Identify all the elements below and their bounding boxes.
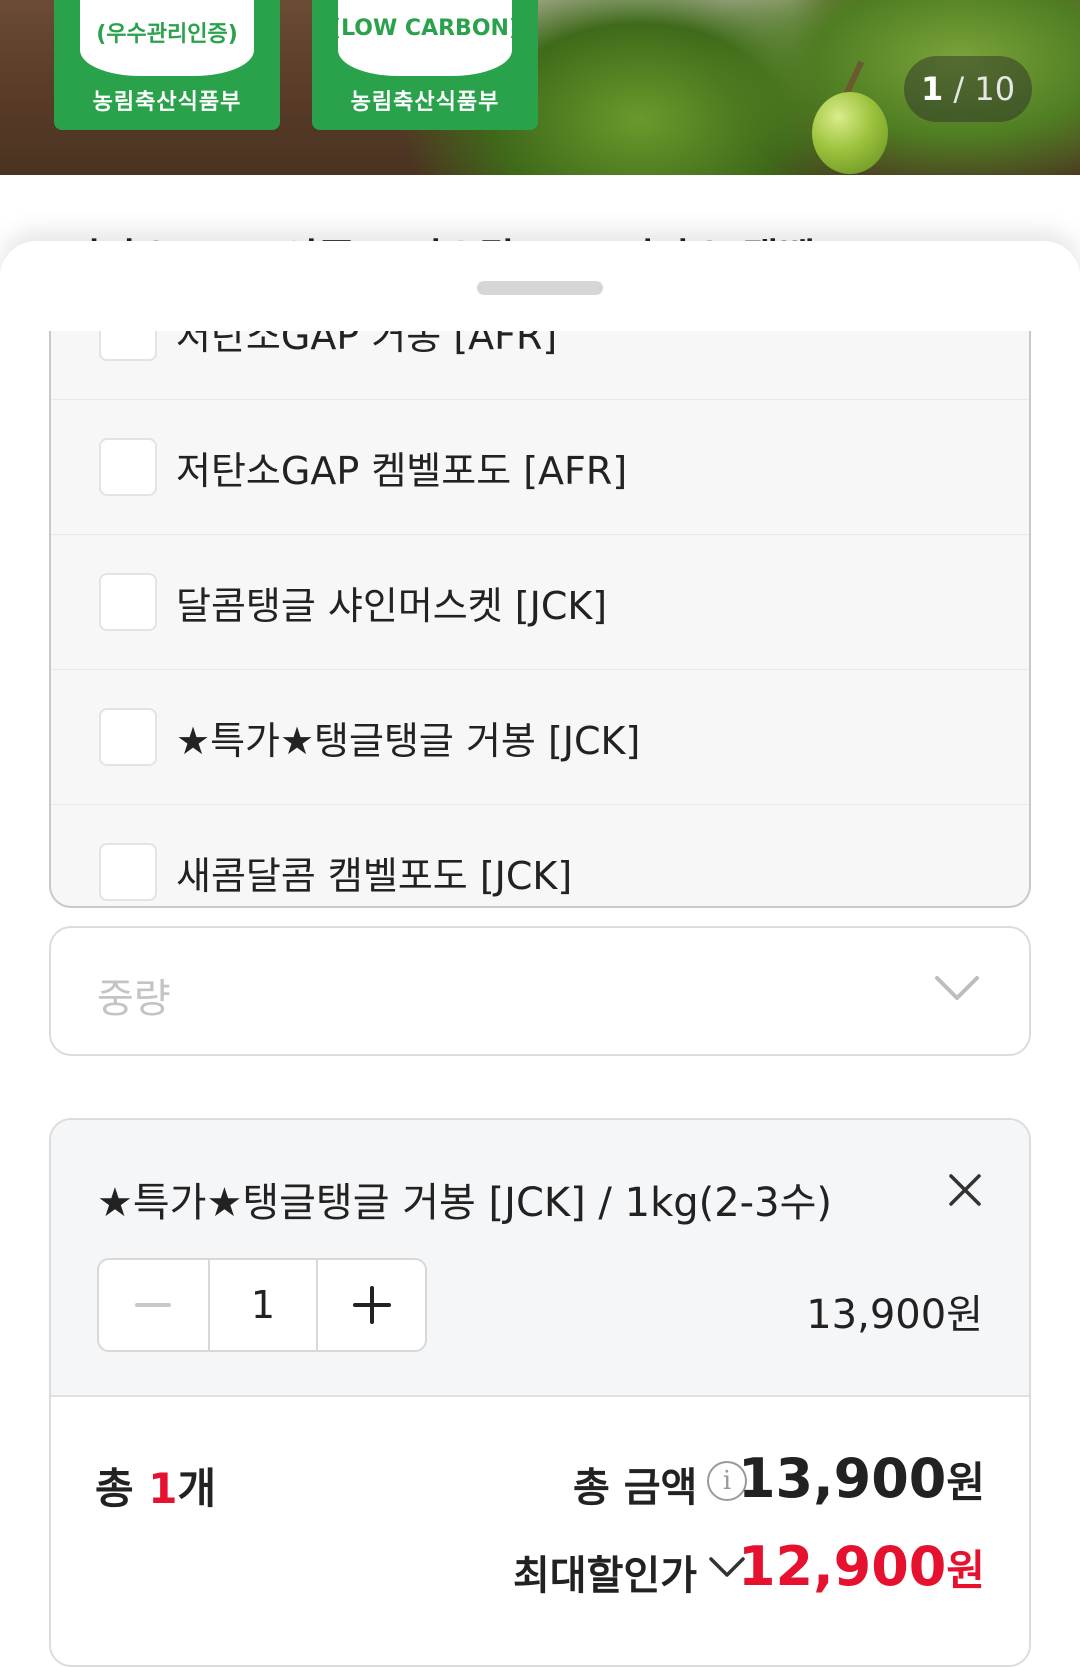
quantity-stepper: 1 bbox=[97, 1258, 427, 1352]
badge-subtitle: (우수관리인증) bbox=[96, 22, 238, 47]
badge-subtitle: (LOW CARBON) bbox=[331, 16, 519, 41]
total-amount-number: 13,900 bbox=[737, 1447, 947, 1510]
chevron-down-icon bbox=[935, 976, 979, 1000]
order-summary: 총 1개 총 금액 i 13,900원 최대할인가 12,900원 bbox=[51, 1399, 1029, 1665]
decrease-button[interactable] bbox=[99, 1260, 208, 1350]
count-prefix: 총 bbox=[95, 1464, 149, 1513]
grape-image bbox=[812, 92, 888, 174]
product-image-carousel[interactable]: (우수관리인증) 농림축산식품부 (LOW CARBON) 농림축산식품부 1 … bbox=[0, 0, 1080, 175]
option-label: 달콤탱글 샤인머스켓 [JCK] bbox=[176, 584, 608, 628]
option-checkbox[interactable] bbox=[99, 843, 157, 901]
low-carbon-badge: (LOW CARBON) 농림축산식품부 bbox=[312, 0, 538, 130]
max-discount-unit: 원 bbox=[946, 1546, 985, 1595]
count-value: 1 bbox=[148, 1464, 178, 1513]
gap-certification-badge: (우수관리인증) 농림축산식품부 bbox=[54, 0, 280, 130]
option-checkbox[interactable] bbox=[99, 573, 157, 631]
max-discount-value: 12,900원 bbox=[738, 1535, 985, 1598]
plus-icon bbox=[352, 1286, 391, 1324]
max-discount-number: 12,900 bbox=[737, 1535, 947, 1598]
quantity-field[interactable]: 1 bbox=[207, 1260, 317, 1350]
badge-ministry: 농림축산식품부 bbox=[92, 90, 242, 115]
image-pager: 1 / 10 bbox=[904, 56, 1032, 122]
minus-icon bbox=[135, 1303, 172, 1307]
weight-select[interactable]: 중량 bbox=[49, 926, 1031, 1056]
option-item[interactable]: ★특가★탱글탱글 거봉 [JCK] bbox=[51, 670, 1029, 805]
total-amount-value: 13,900원 bbox=[738, 1447, 985, 1510]
pager-current: 1 bbox=[920, 70, 944, 108]
max-discount-label[interactable]: 최대할인가 bbox=[513, 1543, 697, 1601]
option-label: 새콤달콤 캠벨포도 [JCK] bbox=[176, 854, 573, 898]
option-checkbox[interactable] bbox=[99, 438, 157, 496]
selected-item-card: ★특가★탱글탱글 거봉 [JCK] / 1kg(2-3수) 1 13,900원 bbox=[49, 1118, 1031, 1667]
option-label: 저탄소GAP 거봉 [AFR] bbox=[176, 331, 558, 358]
option-label: 저탄소GAP 켐벨포도 [AFR] bbox=[176, 449, 628, 493]
option-item[interactable]: 저탄소GAP 켐벨포도 [AFR] bbox=[51, 400, 1029, 535]
option-item[interactable]: 달콤탱글 샤인머스켓 [JCK] bbox=[51, 535, 1029, 670]
weight-select-placeholder: 중량 bbox=[97, 976, 171, 1022]
total-amount-label: 총 금액 bbox=[573, 1465, 698, 1511]
badge-ministry: 농림축산식품부 bbox=[350, 90, 500, 115]
pager-total: / 10 bbox=[953, 70, 1016, 108]
option-item[interactable]: 새콤달콤 캠벨포도 [JCK] bbox=[51, 805, 1029, 906]
total-amount-unit: 원 bbox=[946, 1458, 985, 1507]
option-bottom-sheet: 저탄소GAP 거봉 [AFR] 저탄소GAP 켐벨포도 [AFR] 달콤탱글 샤… bbox=[0, 241, 1080, 1667]
option-checkbox[interactable] bbox=[99, 708, 157, 766]
option-label: ★특가★탱글탱글 거봉 [JCK] bbox=[176, 719, 641, 763]
item-price: 13,900원 bbox=[806, 1292, 983, 1338]
count-suffix: 개 bbox=[177, 1464, 217, 1513]
option-checkbox[interactable] bbox=[99, 331, 157, 361]
total-count: 총 1개 bbox=[95, 1455, 216, 1516]
selected-item-name: ★특가★탱글탱글 거봉 [JCK] / 1kg(2-3수) bbox=[97, 1180, 832, 1226]
close-icon[interactable] bbox=[945, 1170, 985, 1210]
option-item[interactable]: 저탄소GAP 거봉 [AFR] bbox=[51, 331, 1029, 400]
sheet-drag-handle[interactable] bbox=[477, 281, 603, 295]
option-dropdown-list[interactable]: 저탄소GAP 거봉 [AFR] 저탄소GAP 켐벨포도 [AFR] 달콤탱글 샤… bbox=[49, 331, 1031, 908]
increase-button[interactable] bbox=[316, 1260, 425, 1350]
quantity-value: 1 bbox=[250, 1283, 276, 1327]
